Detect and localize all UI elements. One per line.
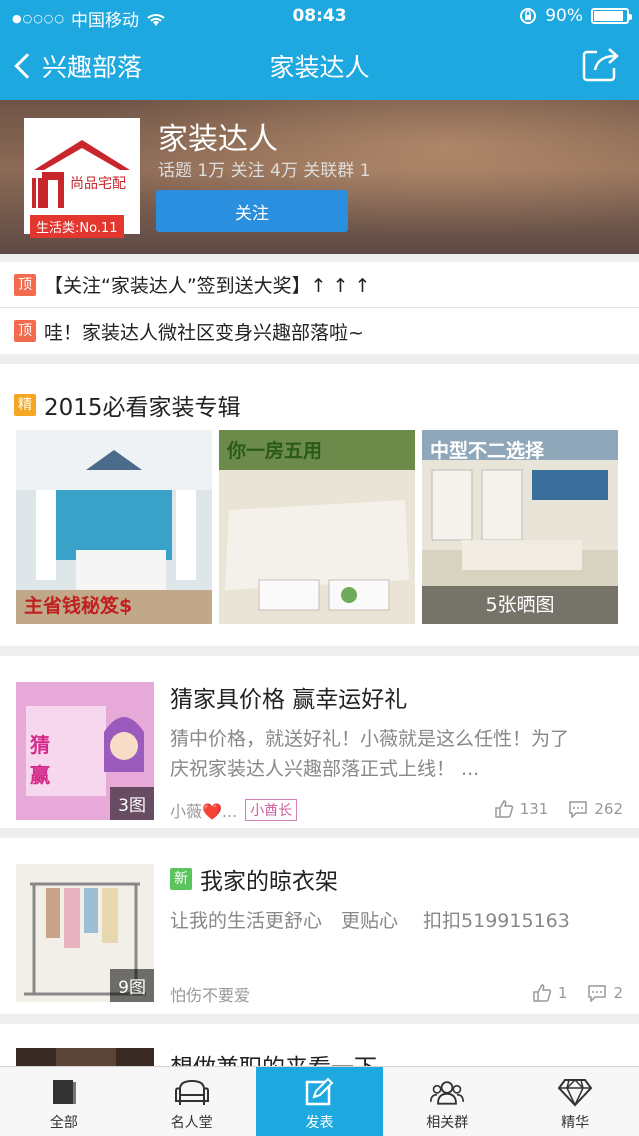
battery-icon bbox=[591, 8, 632, 24]
status-bar: ●○○○○ 中国移动 08:43 90% bbox=[0, 0, 639, 34]
post-thumbnail[interactable]: 猜 赢 3图 bbox=[16, 682, 154, 820]
diamond-icon bbox=[557, 1076, 593, 1108]
post-thumbnail[interactable] bbox=[16, 1048, 154, 1066]
tab-hall-of-fame[interactable]: 名人堂 bbox=[128, 1067, 256, 1136]
image-count-badge: 9图 bbox=[110, 969, 154, 1002]
rotation-lock-icon bbox=[520, 8, 537, 24]
chevron-left-icon bbox=[14, 53, 40, 79]
tab-related-groups[interactable]: 相关群 bbox=[383, 1067, 511, 1136]
svg-text:赢: 赢 bbox=[30, 763, 50, 787]
logo-text: 尚品宅配 bbox=[70, 176, 126, 192]
tab-label: 全部 bbox=[49, 1115, 78, 1131]
pinned-text: 哇！家装达人微社区变身兴趣部落啦~ bbox=[44, 321, 364, 344]
image-count-badge: 3图 bbox=[110, 787, 154, 820]
pinned-item[interactable]: 顶 【关注“家装达人”签到送大奖】↑ ↑ ↑ bbox=[0, 262, 639, 308]
compose-icon bbox=[301, 1076, 337, 1108]
tab-label: 发表 bbox=[305, 1115, 334, 1131]
battery-fill bbox=[594, 11, 623, 21]
album-header: 精 2015必看家装专辑 bbox=[14, 388, 241, 422]
nav-bar: 兴趣部落 家装达人 bbox=[0, 34, 639, 100]
album-caption: 主省钱秘笈$ bbox=[24, 595, 133, 617]
post-title: 我家的晾衣架 bbox=[200, 869, 338, 895]
pinned-list: 顶 【关注“家装达人”签到送大奖】↑ ↑ ↑ 顶 哇！家装达人微社区变身兴趣部落… bbox=[0, 262, 639, 354]
back-button[interactable]: 兴趣部落 bbox=[12, 48, 142, 84]
post-excerpt: 让我的生活更舒心 更贴心 扣扣519915163 bbox=[170, 910, 570, 932]
comment-count: 2 bbox=[613, 984, 623, 1002]
like-count: 1 bbox=[557, 984, 568, 1002]
tab-compose[interactable]: 发表 bbox=[255, 1067, 384, 1136]
comment-icon[interactable] bbox=[587, 984, 607, 1002]
tab-label: 相关群 bbox=[426, 1115, 469, 1131]
author-name[interactable]: 怕伤不要爱 bbox=[170, 982, 250, 1006]
tab-essence[interactable]: 精华 bbox=[511, 1067, 639, 1136]
back-label: 兴趣部落 bbox=[42, 53, 143, 82]
post-title: 想做兼职的来看一下 bbox=[170, 1048, 377, 1066]
author-name[interactable]: 小薇❤️... bbox=[170, 798, 237, 822]
comment-icon[interactable] bbox=[568, 800, 588, 818]
album-thumbnail[interactable]: 中型不二选择 5张晒图 bbox=[422, 430, 618, 624]
album-title: 2015必看家装专辑 bbox=[44, 395, 241, 421]
top-bar: ●○○○○ 中国移动 08:43 90% 兴趣部落 家装达人 bbox=[0, 0, 639, 100]
top-tag: 顶 bbox=[14, 320, 36, 342]
author-badge: 小酋长 bbox=[245, 799, 298, 821]
all-icon bbox=[46, 1076, 82, 1108]
post-item[interactable]: 猜 赢 3图 猜家具价格 赢幸运好礼 猜中价格，就送好礼！小薇就是这么任性！为了… bbox=[0, 656, 639, 828]
like-icon[interactable] bbox=[532, 984, 552, 1002]
photo-count-label: 5张晒图 bbox=[422, 586, 618, 624]
battery-percent: 90% bbox=[545, 6, 583, 26]
featured-tag: 精 bbox=[14, 394, 36, 416]
post-item[interactable]: 想做兼职的来看一下 bbox=[0, 1024, 639, 1066]
post-thumbnail[interactable]: 9图 bbox=[16, 864, 154, 1002]
pinned-text: 【关注“家装达人”签到送大奖】↑ ↑ ↑ bbox=[44, 275, 371, 297]
bottom-tab-bar: 全部 名人堂 发表 相关群 精华 bbox=[0, 1066, 639, 1136]
svg-text:猜: 猜 bbox=[29, 733, 50, 757]
featured-album[interactable]: 精 2015必看家装专辑 主省钱秘笈$ 你一房五用 中型不二选择 5张晒图 bbox=[0, 364, 639, 646]
tab-label: 精华 bbox=[561, 1115, 590, 1131]
post-title: 猜家具价格 赢幸运好礼 bbox=[170, 687, 408, 713]
album-thumbnail[interactable]: 主省钱秘笈$ bbox=[16, 430, 212, 624]
follow-button[interactable]: 关注 bbox=[156, 190, 348, 232]
post-item[interactable]: 9图 新 我家的晾衣架 让我的生活更舒心 更贴心 扣扣519915163 怕伤不… bbox=[0, 838, 639, 1014]
album-thumbnail[interactable]: 你一房五用 bbox=[219, 430, 415, 624]
share-icon[interactable] bbox=[581, 46, 621, 82]
pinned-item[interactable]: 顶 哇！家装达人微社区变身兴趣部落啦~ bbox=[0, 308, 639, 354]
like-count: 131 bbox=[519, 800, 549, 818]
group-icon bbox=[429, 1076, 465, 1108]
sofa-icon bbox=[174, 1076, 210, 1108]
post-excerpt: 猜中价格，就送好礼！小薇就是这么任性！为了庆祝家装达人兴趣部落正式上线！ ... bbox=[170, 728, 570, 780]
comment-count: 262 bbox=[594, 800, 623, 818]
new-tag: 新 bbox=[170, 868, 192, 890]
tribe-logo: 尚品宅配 生活类:No.11 bbox=[24, 118, 140, 238]
rank-badge: 生活类:No.11 bbox=[30, 215, 124, 238]
top-tag: 顶 bbox=[14, 273, 36, 296]
album-caption: 你一房五用 bbox=[227, 440, 323, 462]
tribe-header: 尚品宅配 生活类:No.11 家装达人 话题 1万 关注 4万 关联群 1 关注 bbox=[0, 100, 639, 254]
tribe-name: 家装达人 bbox=[158, 122, 278, 157]
like-icon[interactable] bbox=[494, 800, 514, 818]
tab-label: 名人堂 bbox=[170, 1115, 213, 1131]
tribe-stats: 话题 1万 关注 4万 关联群 1 bbox=[158, 161, 371, 181]
album-caption: 中型不二选择 bbox=[430, 440, 545, 462]
tab-all[interactable]: 全部 bbox=[0, 1067, 128, 1136]
